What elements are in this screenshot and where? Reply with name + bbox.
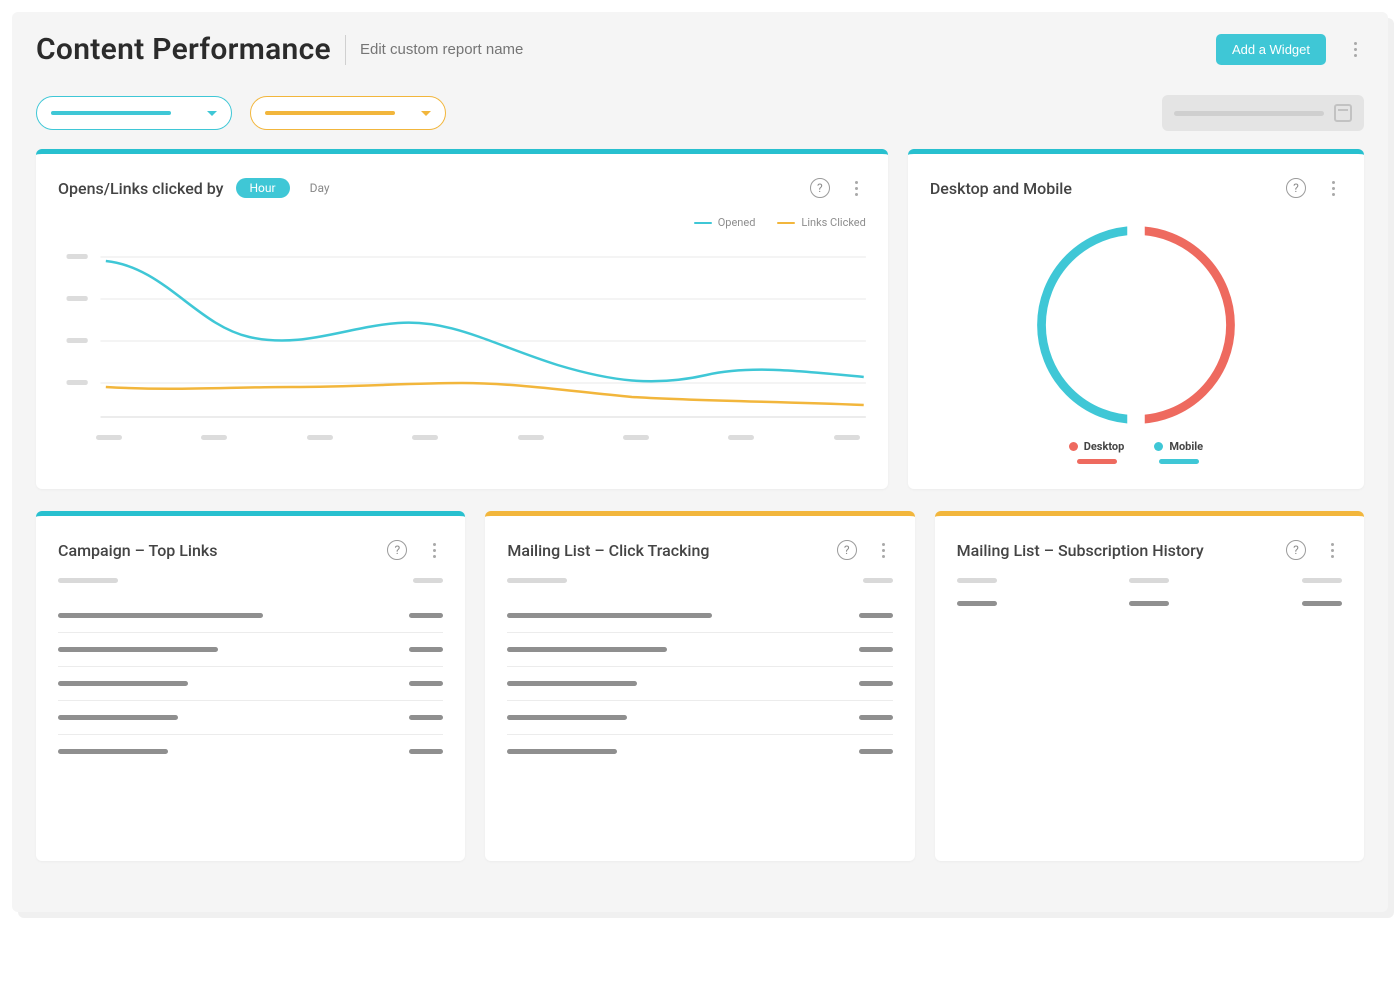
- table-row: [507, 599, 892, 633]
- table-row: [507, 667, 892, 701]
- help-icon[interactable]: ?: [837, 540, 857, 560]
- widget-more-menu[interactable]: [875, 536, 893, 564]
- report-name-input[interactable]: [360, 41, 620, 58]
- widget-header: Opens/Links clicked by Hour Day ?: [58, 174, 866, 202]
- legend-value-bar: [1077, 459, 1117, 464]
- widget-title: Opens/Links clicked by: [58, 179, 224, 198]
- widget-header: Campaign – Top Links ?: [58, 536, 443, 564]
- donut-legend: Desktop Mobile: [1069, 440, 1203, 464]
- date-range-picker[interactable]: [1162, 95, 1364, 131]
- line-swatch-icon: [694, 222, 712, 224]
- filter-bar: [36, 95, 1364, 131]
- line-chart: [58, 237, 866, 427]
- widget-top-links: Campaign – Top Links ?: [36, 511, 465, 861]
- chevron-down-icon: [421, 111, 431, 116]
- add-widget-button[interactable]: Add a Widget: [1216, 34, 1326, 65]
- legend-desktop: Desktop: [1069, 440, 1125, 464]
- donut-chart: Desktop Mobile: [930, 216, 1342, 464]
- widget-title: Mailing List – Subscription History: [957, 541, 1204, 560]
- calendar-icon: [1334, 104, 1352, 122]
- table-body: [58, 599, 443, 768]
- table-row: [58, 633, 443, 667]
- table-header: [58, 578, 443, 583]
- widget-device-split: Desktop and Mobile ? Desktop: [908, 149, 1364, 489]
- widget-header: Mailing List – Subscription History ?: [957, 536, 1342, 564]
- divider: [345, 35, 346, 65]
- widget-title: Desktop and Mobile: [930, 179, 1072, 198]
- widget-more-menu[interactable]: [425, 536, 443, 564]
- legend-links-clicked: Links Clicked: [777, 216, 865, 229]
- legend-opened: Opened: [694, 216, 756, 229]
- legend-mobile: Mobile: [1154, 440, 1203, 464]
- dot-icon: [1069, 442, 1078, 451]
- page-title: Content Performance: [36, 32, 331, 67]
- table-header: [507, 578, 892, 583]
- widget-title: Mailing List – Click Tracking: [507, 541, 709, 560]
- table-row: [507, 735, 892, 768]
- toggle-hour[interactable]: Hour: [236, 178, 290, 198]
- page-header: Content Performance Add a Widget: [36, 32, 1364, 67]
- table-header: [957, 578, 1342, 583]
- widget-more-menu[interactable]: [1324, 174, 1342, 202]
- chart-legend: Opened Links Clicked: [58, 216, 866, 229]
- widget-row-2: Campaign – Top Links ? Mailing List – Cl…: [36, 511, 1364, 861]
- table-body: [507, 599, 892, 768]
- dot-icon: [1154, 442, 1163, 451]
- placeholder-bar: [1174, 111, 1324, 116]
- widget-more-menu[interactable]: [848, 174, 866, 202]
- help-icon[interactable]: ?: [1286, 178, 1306, 198]
- chevron-down-icon: [207, 111, 217, 116]
- table-row: [58, 667, 443, 701]
- widget-subscription-history: Mailing List – Subscription History ?: [935, 511, 1364, 861]
- widget-more-menu[interactable]: [1324, 536, 1342, 564]
- filter-select-primary[interactable]: [36, 96, 232, 130]
- table-row: [957, 601, 1342, 606]
- table-row: [58, 701, 443, 735]
- widget-header: Mailing List – Click Tracking ?: [507, 536, 892, 564]
- placeholder-bar: [51, 111, 171, 115]
- widget-header: Desktop and Mobile ?: [930, 174, 1342, 202]
- table-row: [507, 633, 892, 667]
- toggle-day[interactable]: Day: [296, 178, 344, 198]
- legend-value-bar: [1159, 459, 1199, 464]
- placeholder-bar: [265, 111, 395, 115]
- widget-opens-links: Opens/Links clicked by Hour Day ? Opened…: [36, 149, 888, 489]
- table-row: [507, 701, 892, 735]
- help-icon[interactable]: ?: [1286, 540, 1306, 560]
- help-icon[interactable]: ?: [810, 178, 830, 198]
- granularity-toggle: Hour Day: [236, 178, 344, 198]
- widget-row-1: Opens/Links clicked by Hour Day ? Opened…: [36, 149, 1364, 489]
- widget-title: Campaign – Top Links: [58, 541, 217, 560]
- table-row: [58, 735, 443, 768]
- x-axis-ticks: [58, 427, 866, 440]
- filter-select-secondary[interactable]: [250, 96, 446, 130]
- line-swatch-icon: [777, 222, 795, 224]
- page-more-menu[interactable]: [1346, 36, 1364, 64]
- widget-click-tracking: Mailing List – Click Tracking ?: [485, 511, 914, 861]
- report-page: Content Performance Add a Widget Opens/L…: [12, 12, 1388, 912]
- table-row: [58, 599, 443, 633]
- help-icon[interactable]: ?: [387, 540, 407, 560]
